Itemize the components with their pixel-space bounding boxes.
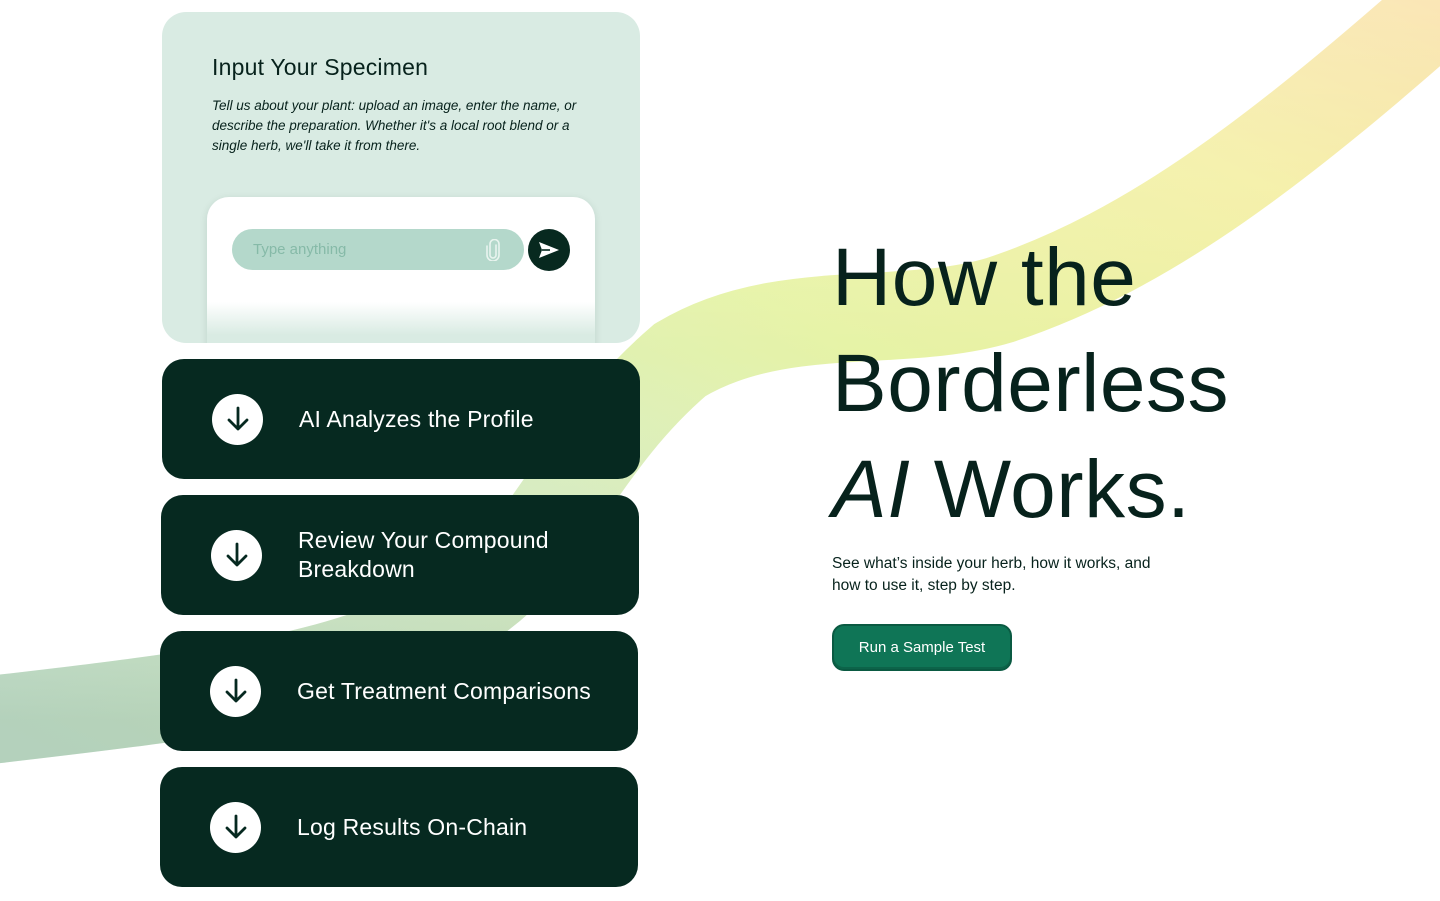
hero-title-line-1: How the	[832, 232, 1137, 323]
hero-subtitle: See what’s inside your herb, how it work…	[832, 555, 1151, 594]
step-label: Get Treatment Comparisons	[297, 677, 591, 704]
run-sample-test-button[interactable]: Run a Sample Test	[832, 624, 1012, 671]
specimen-card-title: Input Your Specimen	[212, 54, 429, 80]
arrow-down-icon	[226, 542, 247, 567]
step-badge	[212, 393, 263, 445]
chat-input-placeholder: Type anything	[253, 241, 347, 258]
page: Input Your Specimen Tell us about your p…	[0, 0, 1440, 901]
specimen-input-card: Input Your Specimen Tell us about your p…	[162, 12, 640, 343]
step-card-compare[interactable]: Get Treatment Comparisons	[160, 631, 638, 751]
step-badge	[211, 529, 262, 581]
step-badge	[210, 801, 261, 853]
arrow-down-icon	[225, 814, 246, 839]
paperclip-icon[interactable]	[486, 239, 500, 261]
step-label: Log Results On-Chain	[297, 813, 528, 840]
specimen-card-description: Tell us about your plant: upload an imag…	[212, 98, 577, 153]
chat-input[interactable]: Type anything	[232, 229, 524, 270]
chat-box: Type anything	[207, 197, 595, 343]
hero-title-line-3-rest: Works.	[910, 444, 1191, 535]
hero-title-line-2: Borderless	[832, 338, 1229, 429]
send-button[interactable]	[528, 229, 570, 271]
hero-title: How the Borderless AI Works.	[832, 225, 1229, 543]
send-icon	[539, 242, 559, 258]
step-badge	[210, 665, 261, 717]
step-card-log[interactable]: Log Results On-Chain	[160, 767, 638, 887]
arrow-down-icon	[225, 678, 246, 703]
arrow-down-icon	[227, 406, 248, 431]
step-label: AI Analyzes the Profile	[299, 405, 534, 432]
step-card-analyze[interactable]: AI Analyzes the Profile	[162, 359, 640, 479]
hero-title-emphasis: AI	[832, 444, 911, 535]
step-label: Review Your Compound Breakdown	[298, 527, 549, 582]
step-card-review[interactable]: Review Your Compound Breakdown	[161, 495, 639, 615]
chat-fade	[207, 302, 595, 343]
hero-title-line-3: AI Works.	[832, 437, 1229, 543]
